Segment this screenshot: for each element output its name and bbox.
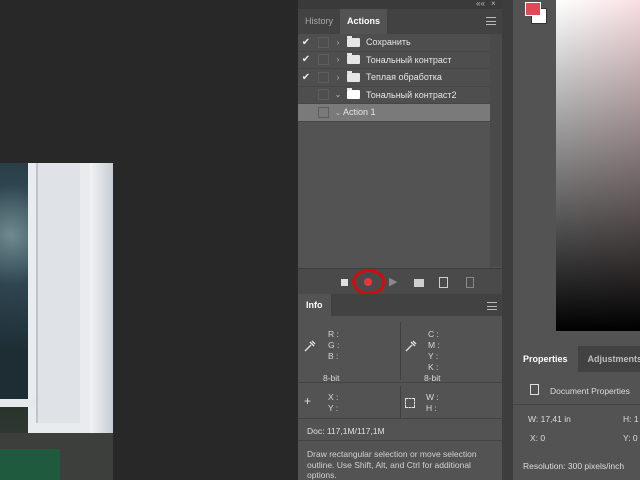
info-divider xyxy=(400,386,401,418)
dialog-toggle-box[interactable] xyxy=(318,54,329,66)
height-value: H: 1 xyxy=(623,414,639,424)
info-r-label: R : xyxy=(328,329,339,339)
action-set-label: Тональный контраст2 xyxy=(366,89,457,100)
action-set-row[interactable]: ✔ › Сохранить xyxy=(298,34,490,52)
folder-icon xyxy=(347,35,360,47)
panel-titlebar: «« × xyxy=(298,0,502,9)
info-separator xyxy=(298,440,503,441)
tab-history[interactable]: History xyxy=(298,9,340,34)
actions-toolbar: ▶ xyxy=(298,268,503,295)
info-tabbar: Info xyxy=(298,294,503,316)
action-set-label: Теплая обработка xyxy=(366,72,442,83)
new-set-icon[interactable] xyxy=(414,279,424,287)
folder-open-icon xyxy=(347,88,360,100)
info-c-label: C : xyxy=(428,329,439,339)
properties-title: Document Properties xyxy=(550,386,630,396)
info-y-coord-label: Y : xyxy=(328,403,339,413)
x-value: X: 0 xyxy=(530,433,546,443)
panel-divider[interactable] xyxy=(502,0,513,480)
selection-size-icon xyxy=(405,398,415,408)
folder-icon xyxy=(347,70,360,82)
width-value: W: 17,41 in xyxy=(528,414,571,424)
info-body: R : G : B : 8-bit C : M : Y : K : 8-bit … xyxy=(298,316,503,480)
tab-actions[interactable]: Actions xyxy=(340,9,388,34)
foreground-color-swatch[interactable] xyxy=(525,2,541,16)
folder-icon xyxy=(347,53,360,65)
tool-hint: Draw rectangular selection or move selec… xyxy=(307,449,477,480)
panel-menu-icon[interactable] xyxy=(486,17,496,25)
new-action-icon[interactable] xyxy=(439,277,448,288)
info-x-label: X : xyxy=(328,392,339,402)
dialog-toggle-box[interactable] xyxy=(318,89,329,101)
info-g-label: G : xyxy=(328,340,340,350)
info-b-label: B : xyxy=(328,351,339,361)
chevron-down-icon[interactable]: ⌄ xyxy=(333,90,343,99)
eyedropper-icon[interactable] xyxy=(304,340,316,352)
properties-separator xyxy=(513,404,640,405)
toggle-check-icon[interactable]: ✔ xyxy=(298,72,314,83)
chevron-right-icon[interactable]: › xyxy=(333,55,343,64)
green-object xyxy=(0,449,60,480)
chevron-down-icon[interactable]: ⌄ xyxy=(333,108,343,117)
document-image[interactable] xyxy=(0,163,113,480)
eyedropper-icon[interactable] xyxy=(405,340,417,352)
tab-properties[interactable]: Properties xyxy=(513,346,578,372)
toggle-check-icon[interactable]: ✔ xyxy=(298,54,314,65)
document-icon xyxy=(530,384,539,395)
record-icon[interactable] xyxy=(364,278,372,286)
dialog-toggle-box[interactable] xyxy=(318,36,329,48)
info-k-label: K : xyxy=(428,362,439,372)
actions-info-panel: «« × History Actions ✔ › Сохранить ✔ › Т… xyxy=(297,0,503,480)
action-row[interactable]: ⌄ Action 1 xyxy=(298,104,490,122)
window-sill xyxy=(0,399,36,407)
stop-icon[interactable] xyxy=(341,279,348,286)
action-label: Action 1 xyxy=(343,107,376,118)
info-divider xyxy=(400,322,401,380)
toggle-check-icon[interactable]: ✔ xyxy=(298,37,314,48)
doc-size: Doc: 117,1M/117,1M xyxy=(307,426,385,436)
action-set-row[interactable]: ✔ › Теплая обработка xyxy=(298,69,490,87)
action-set-row[interactable]: ⌄ Тональный контраст2 xyxy=(298,86,490,104)
action-set-label: Сохранить xyxy=(366,37,411,48)
info-w-label: W : xyxy=(426,392,439,402)
properties-panel: Properties Adjustments Document Properti… xyxy=(513,346,640,480)
color-picker-field[interactable] xyxy=(556,0,640,331)
chevron-right-icon[interactable]: › xyxy=(333,38,343,47)
dialog-toggle-box[interactable] xyxy=(318,106,329,118)
color-panel xyxy=(513,0,640,346)
dialog-toggle-box[interactable] xyxy=(318,71,329,83)
chevron-right-icon[interactable]: › xyxy=(333,73,343,82)
action-set-label: Тональный контраст xyxy=(366,54,452,65)
play-icon[interactable]: ▶ xyxy=(389,275,397,288)
properties-tabbar: Properties Adjustments xyxy=(513,346,640,372)
actions-list: ✔ › Сохранить ✔ › Тональный контраст ✔ ›… xyxy=(298,34,490,122)
window-glass xyxy=(0,163,28,403)
collapse-icon[interactable]: «« xyxy=(476,0,485,8)
tab-info[interactable]: Info xyxy=(298,294,331,316)
info-separator xyxy=(298,418,503,419)
info-m-label: M : xyxy=(428,340,440,350)
window-frame-inner xyxy=(36,163,80,423)
resolution-value: Resolution: 300 pixels/inch xyxy=(523,461,625,471)
panel-menu-icon[interactable] xyxy=(487,302,497,310)
action-set-row[interactable]: ✔ › Тональный контраст xyxy=(298,51,490,69)
y-value: Y: 0 xyxy=(623,433,638,443)
actions-tabbar: History Actions xyxy=(298,9,502,34)
info-y-label: Y : xyxy=(428,351,439,361)
document-canvas[interactable] xyxy=(0,0,297,480)
delete-icon[interactable] xyxy=(466,277,474,288)
info-h-label: H : xyxy=(426,403,437,413)
crosshair-icon[interactable]: + xyxy=(304,394,311,408)
tab-adjustments[interactable]: Adjustments xyxy=(578,346,640,372)
close-icon[interactable]: × xyxy=(491,0,496,8)
info-separator xyxy=(298,382,503,383)
